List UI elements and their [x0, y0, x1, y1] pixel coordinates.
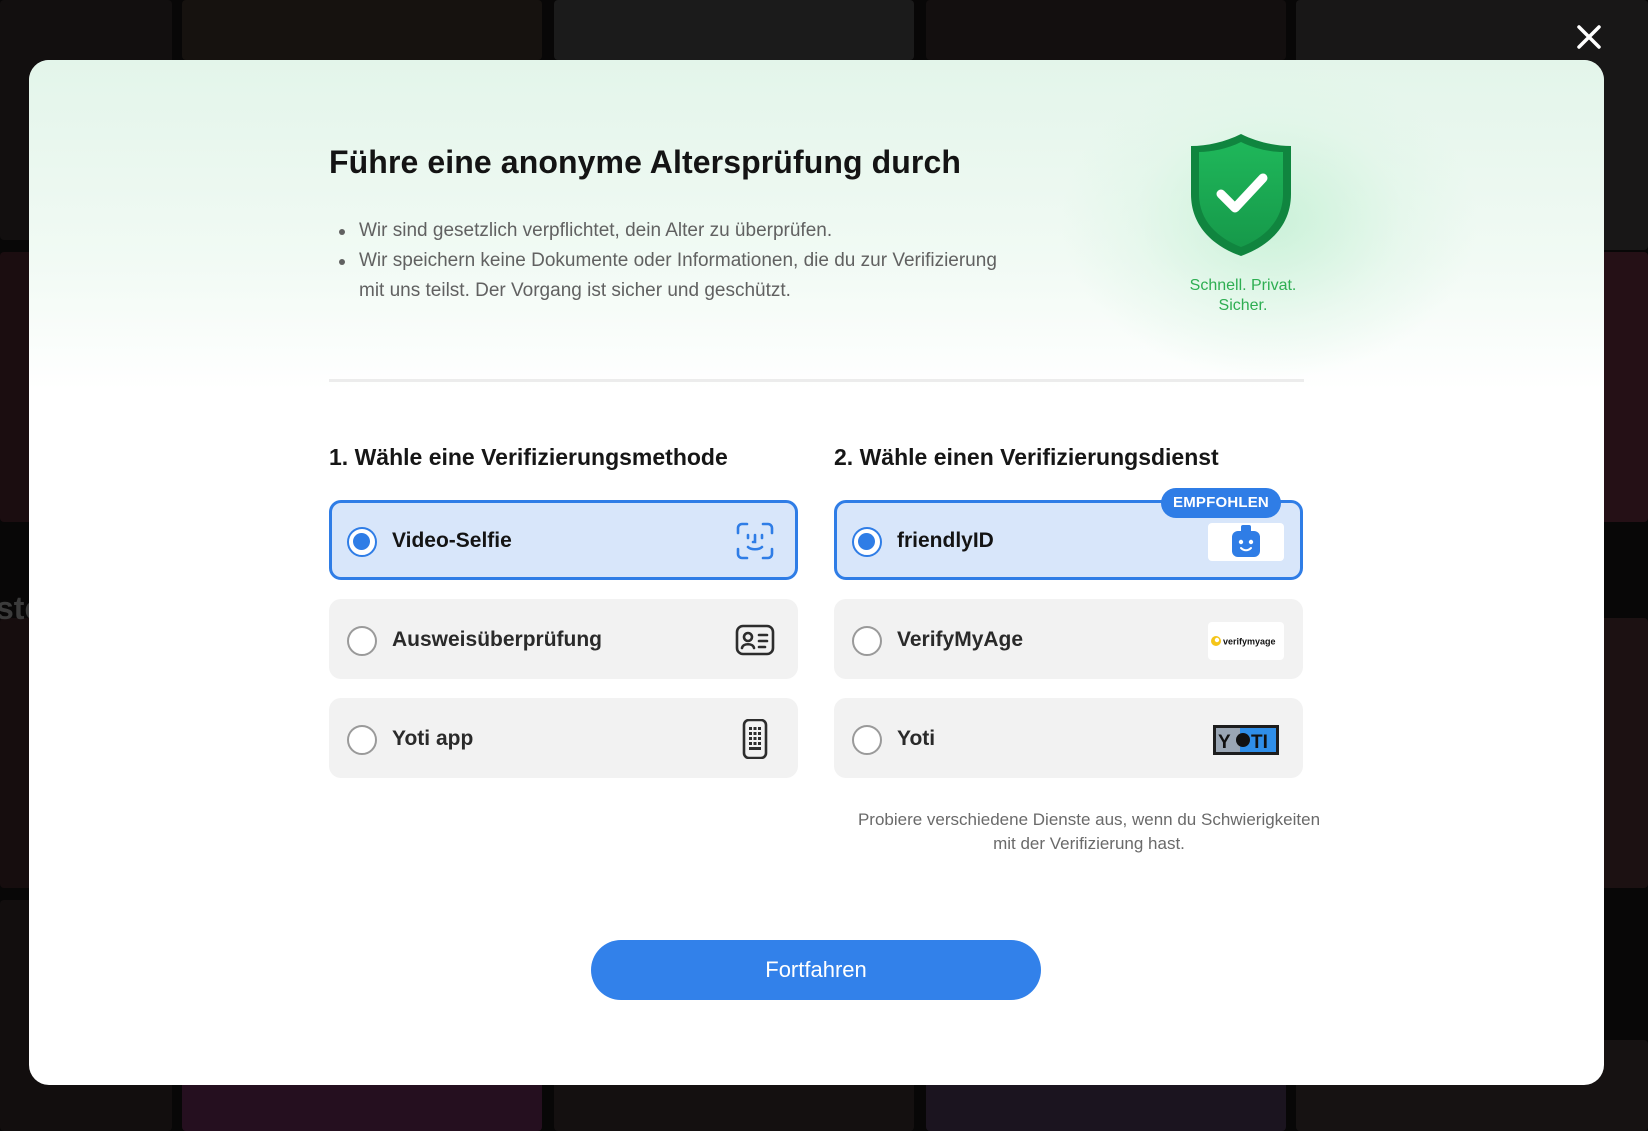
service-option-verifymyage[interactable]: VerifyMyAge verifymyage: [834, 599, 1303, 679]
friendlyid-logo: [1208, 523, 1284, 561]
svg-text:TI: TI: [1251, 732, 1268, 753]
radio-button[interactable]: [852, 626, 882, 656]
phone-keypad-icon: [735, 719, 775, 759]
radio-button[interactable]: [347, 527, 377, 557]
id-card-icon: [735, 620, 775, 660]
svg-text:verifymyage: verifymyage: [1223, 637, 1276, 647]
trust-caption: Schnell. Privat. Sicher.: [1189, 277, 1297, 314]
radio-button[interactable]: [347, 725, 377, 755]
service-option-yoti[interactable]: Yoti Y TI: [834, 698, 1303, 778]
option-label: Yoti app: [392, 727, 474, 750]
option-label: Ausweisüberprüfung: [392, 628, 603, 651]
method-option-id-check[interactable]: Ausweisüberprüfung: [329, 599, 798, 679]
option-label: Yoti: [897, 727, 936, 750]
service-hint: Probiere verschiedene Dienste aus, wenn …: [857, 810, 1321, 853]
shield-check-icon: [1187, 132, 1295, 258]
close-icon: [1577, 25, 1601, 49]
info-bullet: Wir speichern keine Dokumente oder Infor…: [329, 246, 1009, 306]
continue-button[interactable]: Fortfahren: [591, 940, 1041, 1000]
dialog-title: Führe eine anonyme Altersprüfung durch: [329, 144, 962, 180]
method-option-video-selfie[interactable]: Video-Selfie: [329, 500, 798, 580]
service-heading: 2. Wähle einen Verifizierungsdienst: [834, 444, 1219, 470]
divider: [329, 379, 1304, 382]
face-scan-icon: [735, 521, 775, 561]
radio-button[interactable]: [347, 626, 377, 656]
info-bullet: Wir sind gesetzlich verpflichtet, dein A…: [329, 216, 1009, 246]
radio-button[interactable]: [852, 527, 882, 557]
method-heading: 1. Wähle eine Verifizierungsmethode: [329, 444, 728, 470]
method-option-yoti-app[interactable]: Yoti app: [329, 698, 798, 778]
svg-text:Y: Y: [1218, 732, 1231, 753]
close-button[interactable]: [1572, 20, 1606, 54]
option-label: Video-Selfie: [392, 529, 512, 552]
info-bullet-list: Wir sind gesetzlich verpflichtet, dein A…: [329, 216, 1009, 306]
option-label: friendlyID: [897, 529, 994, 552]
radio-button[interactable]: [852, 725, 882, 755]
age-verification-dialog: Führe eine anonyme Altersprüfung durch W…: [29, 60, 1604, 1085]
recommended-badge: EMPFOHLEN: [1161, 488, 1281, 518]
verifymyage-logo: verifymyage: [1208, 622, 1284, 660]
yoti-logo: Y TI: [1208, 721, 1284, 759]
option-label: VerifyMyAge: [897, 628, 1024, 651]
